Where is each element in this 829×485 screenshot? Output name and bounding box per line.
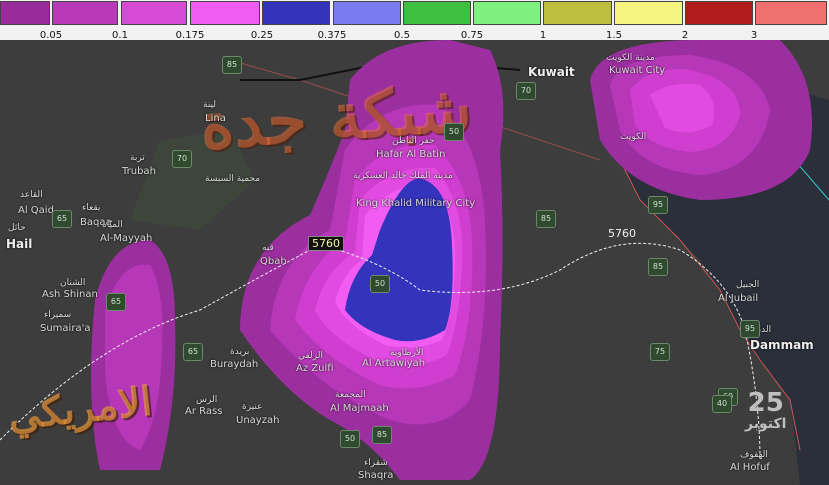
place-label: Ar Rass <box>185 406 223 417</box>
place-label: الميّاه <box>102 220 123 230</box>
place-label: الرس <box>196 395 218 405</box>
legend-swatch <box>262 1 330 25</box>
road-shield: 95 <box>740 320 760 338</box>
road-shield: 50 <box>444 123 464 141</box>
weather-map[interactable]: شبكة جدة الامريكي 5760 5760 Kuwait مدينة … <box>0 40 829 485</box>
road-shield: 70 <box>172 150 192 168</box>
place-label: بريدة <box>230 347 250 357</box>
place-label: الشنان <box>60 278 86 288</box>
road-shield: 85 <box>222 56 242 74</box>
place-label: Sumaira'a <box>40 323 91 334</box>
legend-swatch <box>685 1 753 25</box>
place-label: بقعاء <box>82 203 101 213</box>
place-label: حفر الباطن <box>392 136 435 146</box>
date-month: اكتوبر <box>745 416 787 432</box>
place-label: عنيزة <box>242 402 263 412</box>
legend-swatch <box>614 1 683 25</box>
place-label: الأرطاوية <box>390 348 424 358</box>
legend-swatch <box>403 1 471 25</box>
place-label: Al Artawiyah <box>362 358 426 369</box>
date-day: 25 <box>747 388 784 418</box>
place-label: Al Majmaah <box>330 403 389 414</box>
place-label: Hafar Al Batin <box>376 149 446 160</box>
place-label: Al Hofuf <box>730 462 770 473</box>
date-stamp: 25 اكتوبر <box>745 390 786 432</box>
place-label: Al Qaid <box>18 205 54 216</box>
place-label: Qbah <box>260 256 287 267</box>
legend-swatch <box>333 1 401 25</box>
road-shield: 40 <box>712 395 732 413</box>
place-label: الكويت <box>620 132 647 142</box>
place-label: مدينة الكويت <box>606 53 655 63</box>
road-shield: 85 <box>536 210 556 228</box>
legend-swatch <box>52 1 118 25</box>
place-label: القاعد <box>20 190 43 200</box>
place-label: Buraydah <box>210 359 259 370</box>
legend-swatch <box>543 1 612 25</box>
road-shield: 95 <box>648 196 668 214</box>
place-label: الجبيل <box>736 280 760 290</box>
place-label: قبه <box>262 243 274 253</box>
place-label: Kuwait <box>528 65 575 79</box>
contour-label: 5760 <box>308 236 344 251</box>
road-shield: 65 <box>106 293 126 311</box>
place-label: Kuwait City <box>609 65 666 76</box>
road-shield: 50 <box>370 275 390 293</box>
legend-bar: 0.05 0.1 0.175 0.25 0.375 0.5 0.75 1 1.5 2 3 <box>0 0 829 41</box>
road-shield: 70 <box>516 82 536 100</box>
place-label: Az Zulfi <box>296 363 334 374</box>
place-label: محمية السبسة <box>205 174 261 184</box>
place-label: المجمعة <box>335 390 366 400</box>
place-label: Dammam <box>750 338 814 352</box>
legend-swatch <box>473 1 541 25</box>
place-label: Ash Shinan <box>42 289 98 300</box>
road-shield: 50 <box>340 430 360 448</box>
legend-swatch <box>0 1 50 25</box>
place-label: Hail <box>6 237 33 251</box>
place-label: Al-Mayyah <box>100 233 153 244</box>
road-shield: 85 <box>648 258 668 276</box>
place-label: الزلفي <box>298 351 324 361</box>
place-label: شقراء <box>364 458 388 468</box>
place-label: تربة <box>130 153 145 163</box>
road-shield: 65 <box>52 210 72 228</box>
place-label: Lina <box>205 113 226 124</box>
place-label: الهفوف <box>740 450 768 460</box>
legend-swatch <box>755 1 827 25</box>
place-label: مدينة الملك خالد العسكرية <box>353 171 453 181</box>
place-label: Shaqra <box>358 470 394 481</box>
road-shield: 85 <box>372 426 392 444</box>
road-shield: 75 <box>650 343 670 361</box>
place-label: Trubah <box>122 166 156 177</box>
place-label: لينة <box>203 100 216 110</box>
place-label: Al Jubail <box>718 293 759 304</box>
place-label: سميراء <box>44 310 72 320</box>
legend-swatch <box>190 1 260 25</box>
place-label: حائل <box>8 223 26 233</box>
legend-swatch <box>121 1 187 25</box>
road-shield: 65 <box>183 343 203 361</box>
place-label: Unayzah <box>236 415 280 426</box>
contour-label: 5760 <box>608 227 636 240</box>
place-label: King Khalid Military City <box>356 198 476 209</box>
